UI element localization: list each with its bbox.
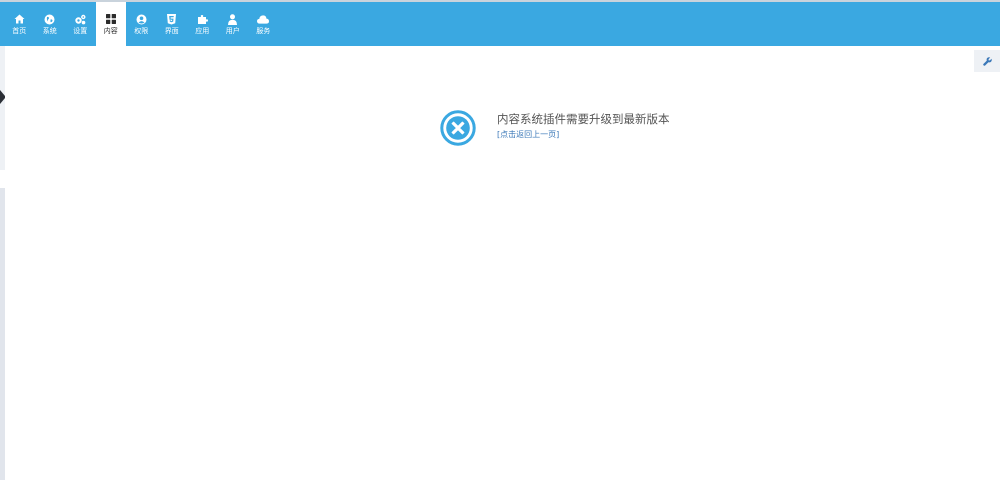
- nav-item-label: 应用: [195, 27, 210, 35]
- sidebar-panel: [0, 46, 5, 170]
- nav-item-label: 系统: [42, 27, 57, 35]
- nav-item-users[interactable]: 用户: [218, 2, 249, 46]
- nav-item-label: 权限: [134, 27, 149, 35]
- error-title: 内容系统插件需要升级到最新版本: [497, 112, 670, 126]
- home-icon: [13, 13, 25, 25]
- nav-item-label: 设置: [73, 27, 88, 35]
- nav-item-label: 界面: [164, 27, 179, 35]
- top-navigation-bar: 首页 系统 设置 内容 权限 界面 应用 用户 服务: [0, 0, 1000, 46]
- nav-item-apps[interactable]: 应用: [187, 2, 218, 46]
- back-link[interactable]: [点击返回上一页]: [497, 130, 670, 140]
- gears-icon: [74, 13, 86, 25]
- collapse-arrow-icon[interactable]: [0, 87, 5, 107]
- nav-item-label: 服务: [256, 27, 271, 35]
- nav-item-home[interactable]: 首页: [4, 2, 35, 46]
- left-sidebar-edge: [0, 46, 5, 480]
- nav-item-interface[interactable]: 界面: [157, 2, 188, 46]
- html5-icon: [166, 13, 178, 25]
- nav-item-label: 内容: [103, 27, 118, 35]
- nav-item-label: 首页: [12, 27, 27, 35]
- nav-item-label: 用户: [225, 27, 240, 35]
- nav-item-content[interactable]: 内容: [95, 2, 126, 46]
- error-circle-x-icon: [440, 110, 476, 146]
- nav-item-permissions[interactable]: 权限: [126, 2, 157, 46]
- wrench-icon: [983, 56, 992, 66]
- sidebar-strip: [0, 170, 5, 188]
- nav-item-system[interactable]: 系统: [35, 2, 66, 46]
- tools-tab[interactable]: [974, 50, 1000, 72]
- top-nav: 首页 系统 设置 内容 权限 界面 应用 用户 服务: [4, 2, 279, 46]
- user-circle-icon: [135, 13, 147, 25]
- error-message: 内容系统插件需要升级到最新版本 [点击返回上一页]: [440, 110, 670, 146]
- grid-icon: [105, 13, 117, 25]
- nav-item-settings[interactable]: 设置: [65, 2, 96, 46]
- nav-item-services[interactable]: 服务: [248, 2, 279, 46]
- cloud-icon: [257, 13, 270, 25]
- globe-icon: [44, 13, 56, 25]
- puzzle-icon: [196, 13, 208, 25]
- error-text: 内容系统插件需要升级到最新版本 [点击返回上一页]: [497, 111, 670, 140]
- user-icon: [227, 13, 239, 25]
